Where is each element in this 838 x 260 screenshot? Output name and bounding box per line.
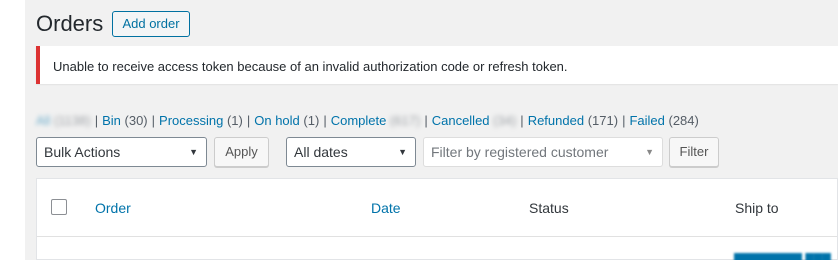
status-filter-refunded[interactable]: Refunded (171) xyxy=(528,113,618,129)
status-filter-refunded-count: (171) xyxy=(587,113,619,128)
status-filter-cancelled[interactable]: Cancelled (34) xyxy=(432,113,517,129)
status-filter-bin-count: (30) xyxy=(124,113,148,128)
admin-sidebar-edge xyxy=(0,0,25,260)
customer-filter-select[interactable]: Filter by registered customer ▼ xyxy=(423,137,663,167)
status-filter-on-hold-label[interactable]: On hold xyxy=(254,113,300,128)
orders-table: Order Date Status Ship to ████████ ███ xyxy=(36,178,838,260)
error-notice: Unable to receive access token because o… xyxy=(36,46,838,84)
column-header-status: Status xyxy=(529,200,569,216)
status-filter-failed[interactable]: Failed (284) xyxy=(629,113,698,129)
chevron-down-icon: ▼ xyxy=(189,147,198,157)
status-filter-bin[interactable]: Bin (30) xyxy=(102,113,148,129)
apply-button[interactable]: Apply xyxy=(214,137,269,167)
status-filter-complete-label[interactable]: Complete xyxy=(331,113,387,128)
status-filter-complete[interactable]: Complete (617) xyxy=(331,113,421,129)
column-header-ship-to: Ship to xyxy=(735,200,779,216)
status-filter-on-hold[interactable]: On hold (1) xyxy=(254,113,319,129)
chevron-down-icon: ▼ xyxy=(645,147,654,157)
status-filter-all-label[interactable]: All xyxy=(36,113,50,128)
select-all-checkbox[interactable] xyxy=(51,199,67,215)
date-filter-value: All dates xyxy=(294,144,348,160)
bulk-actions-select[interactable]: Bulk Actions ▼ xyxy=(36,137,207,167)
error-notice-text: Unable to receive access token because o… xyxy=(53,59,568,74)
status-filter-processing[interactable]: Processing (1) xyxy=(159,113,243,129)
status-filter-links: All (1138) | Bin (30) | Processing (1) |… xyxy=(36,113,699,129)
status-filter-bin-label[interactable]: Bin xyxy=(102,113,121,128)
date-filter-select[interactable]: All dates ▼ xyxy=(286,137,416,167)
chevron-down-icon: ▼ xyxy=(398,147,407,157)
add-order-button[interactable]: Add order xyxy=(112,11,190,37)
page-title: Orders xyxy=(36,11,104,36)
bulk-actions-value: Bulk Actions xyxy=(44,144,121,160)
table-header-row: Order Date Status Ship to xyxy=(37,179,837,237)
status-filter-processing-label[interactable]: Processing xyxy=(159,113,223,128)
status-filter-failed-count: (284) xyxy=(668,113,699,128)
customer-filter-placeholder: Filter by registered customer xyxy=(431,144,609,160)
status-filter-processing-count: (1) xyxy=(226,113,243,128)
status-filter-all[interactable]: All (1138) xyxy=(36,113,91,129)
status-filter-cancelled-label[interactable]: Cancelled xyxy=(432,113,490,128)
status-filter-failed-label[interactable]: Failed xyxy=(629,113,664,128)
status-filter-on-hold-count: (1) xyxy=(303,113,320,128)
status-filter-refunded-label[interactable]: Refunded xyxy=(528,113,584,128)
column-header-order[interactable]: Order xyxy=(95,200,131,216)
column-header-date[interactable]: Date xyxy=(371,200,401,216)
filter-button[interactable]: Filter xyxy=(669,137,719,167)
table-row-partial[interactable]: ████████ ███ xyxy=(734,253,831,260)
